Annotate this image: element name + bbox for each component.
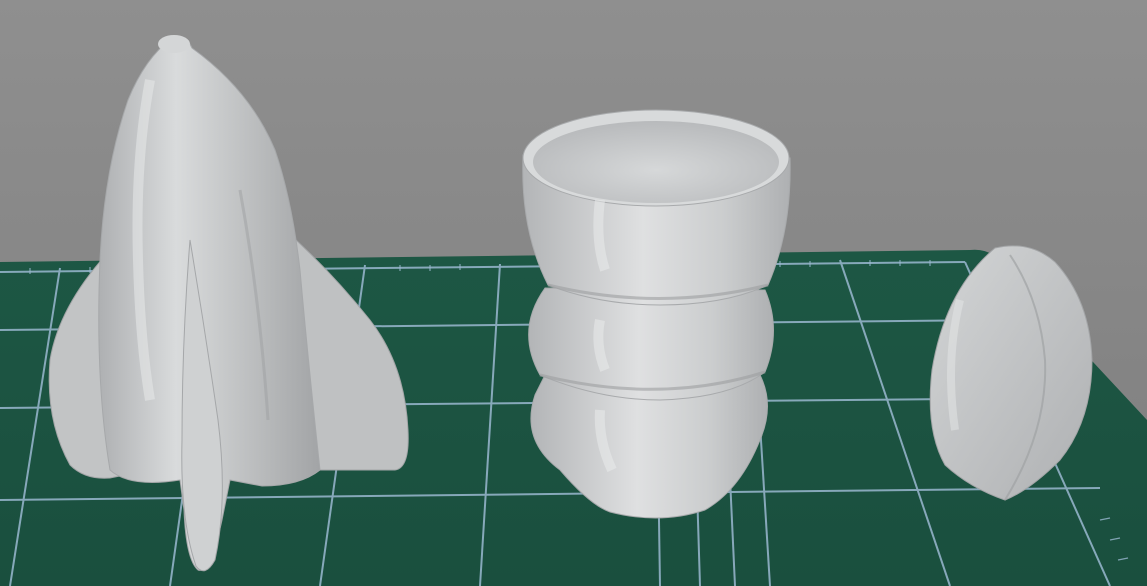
ribbed-cup-model [522,109,791,519]
3d-render-scene [0,0,1147,586]
